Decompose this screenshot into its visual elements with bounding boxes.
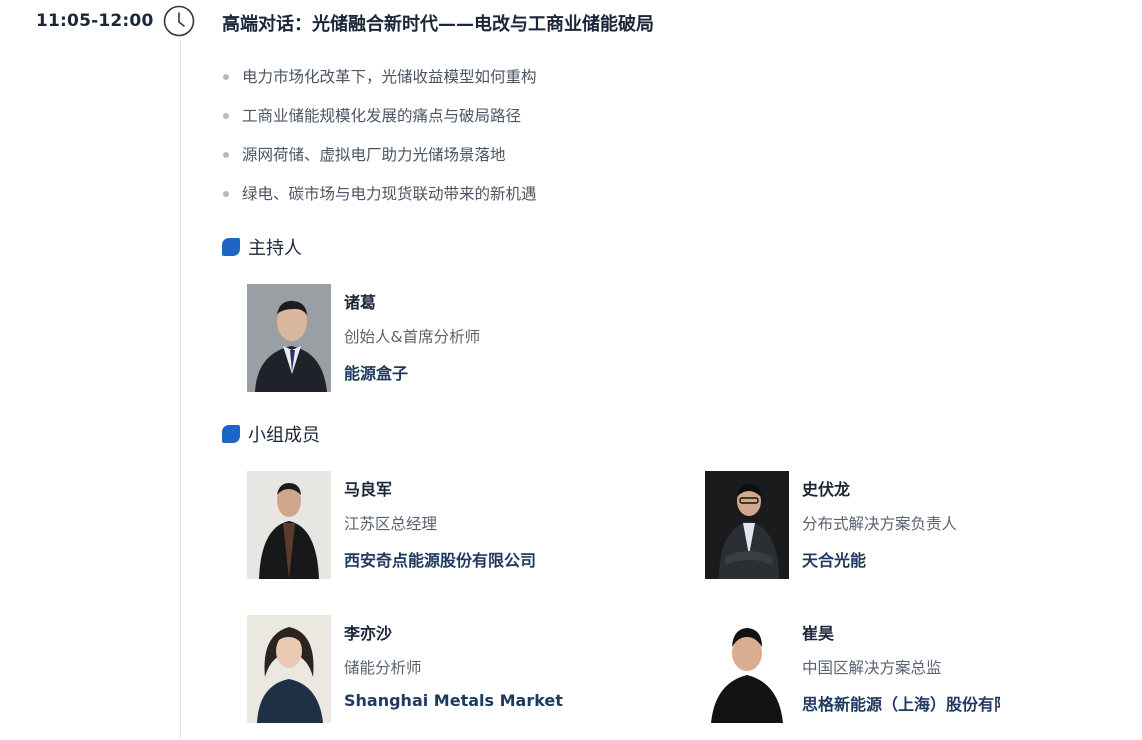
avatar (705, 615, 789, 723)
avatar (247, 615, 331, 723)
bullet-icon (223, 152, 229, 158)
avatar (247, 471, 331, 579)
avatar (705, 471, 789, 579)
topic-text: 源网荷储、虚拟电厂助力光储场景落地 (242, 146, 506, 164)
panelist-name: 崔昊 (802, 624, 835, 643)
avatar (247, 284, 331, 392)
topic-list: 电力市场化改革下，光储收益模型如何重构 工商业储能规模化发展的痛点与破局路径 源… (222, 66, 537, 222)
panelist-org: 思格新能源（上海）股份有限公司 (802, 695, 1000, 714)
session-title: 高端对话：光储融合新时代——电改与工商业储能破局 (222, 14, 654, 35)
panelist-name: 史伏龙 (802, 480, 851, 499)
bullet-icon (223, 113, 229, 119)
panel-section-title: 小组成员 (248, 425, 320, 446)
topic-text: 电力市场化改革下，光储收益模型如何重构 (242, 68, 537, 86)
topic-text: 绿电、碳市场与电力现货联动带来的新机遇 (242, 185, 537, 203)
panelist-org: 天合光能 (802, 551, 867, 570)
topic-text: 工商业储能规模化发展的痛点与破局路径 (242, 107, 522, 125)
bullet-icon (223, 191, 229, 197)
section-marker-icon (222, 238, 240, 256)
section-marker-icon (222, 425, 240, 443)
topic-item: 绿电、碳市场与电力现货联动带来的新机遇 (222, 183, 537, 222)
panelist-role: 江苏区总经理 (344, 515, 438, 533)
host-org: 能源盒子 (344, 364, 409, 383)
panelist-name: 马良军 (344, 480, 393, 499)
panelist-org: 西安奇点能源股份有限公司 (344, 551, 537, 570)
panelist-role: 分布式解决方案负责人 (802, 515, 958, 533)
bullet-icon (223, 74, 229, 80)
topic-item: 源网荷储、虚拟电厂助力光储场景落地 (222, 144, 537, 183)
panelist-role: 中国区解决方案总监 (802, 659, 942, 677)
clock-icon (163, 5, 195, 37)
host-name: 诸葛 (344, 293, 377, 312)
topic-item: 工商业储能规模化发展的痛点与破局路径 (222, 105, 537, 144)
host-role: 创始人&首席分析师 (344, 328, 481, 346)
panelist-name: 李亦沙 (344, 624, 393, 643)
timeline-line (180, 40, 181, 740)
topic-item: 电力市场化改革下，光储收益模型如何重构 (222, 66, 537, 105)
panelist-org: Shanghai Metals Market (344, 691, 563, 710)
host-section-title: 主持人 (248, 238, 302, 259)
panelist-role: 储能分析师 (344, 659, 422, 677)
session-time: 11:05-12:00 (36, 11, 154, 31)
